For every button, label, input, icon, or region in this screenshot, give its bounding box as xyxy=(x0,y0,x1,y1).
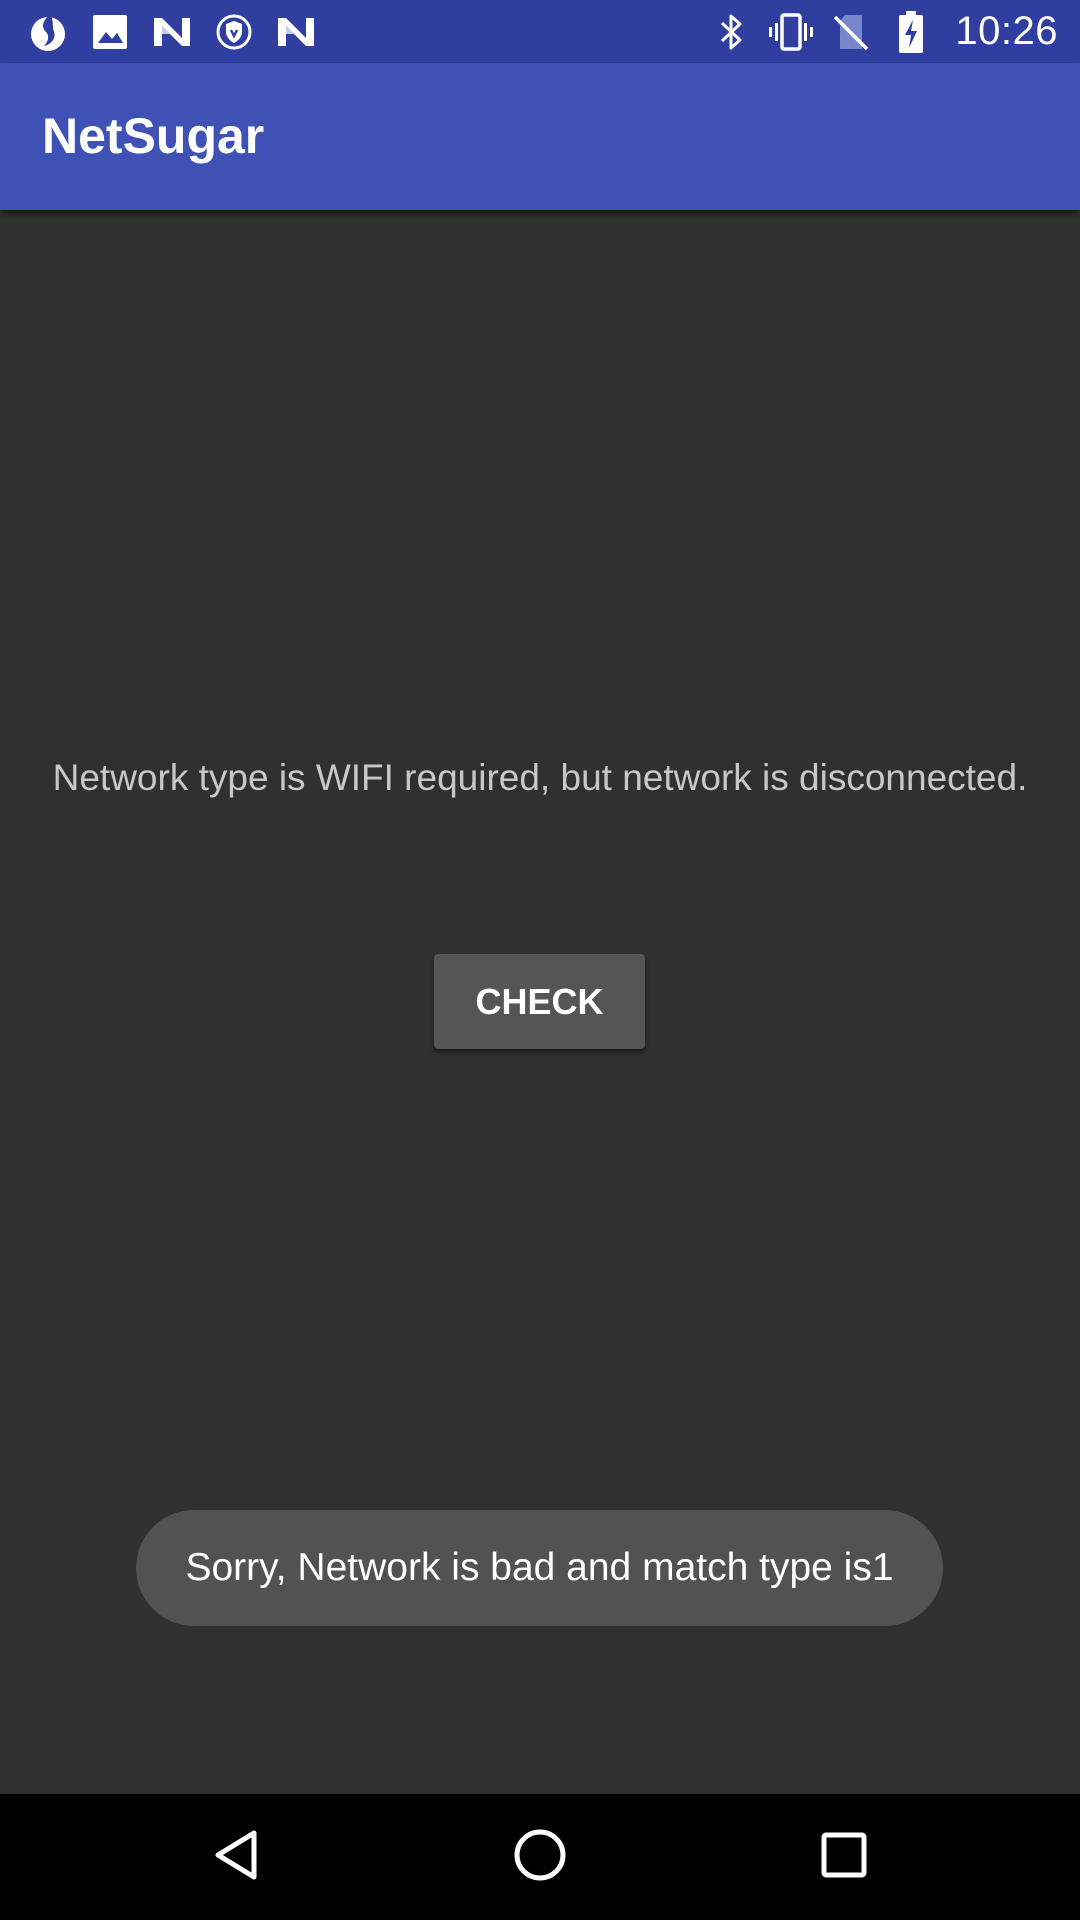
navigation-bar xyxy=(0,1794,1080,1920)
status-time: 10:26 xyxy=(955,9,1058,53)
toast-message: Sorry, Network is bad and match type is1 xyxy=(136,1510,943,1626)
image-icon xyxy=(86,8,134,56)
no-sim-icon xyxy=(827,8,875,56)
back-button[interactable] xyxy=(166,1794,306,1920)
toast-text: Sorry, Network is bad and match type is1 xyxy=(185,1546,894,1589)
status-bar-notifications xyxy=(24,0,334,63)
vibrate-icon xyxy=(767,8,815,56)
network-status-message: Network type is WIFI required, but netwo… xyxy=(52,757,1028,798)
recents-icon xyxy=(819,1830,869,1885)
status-bar-system: 10:26 xyxy=(701,0,1058,63)
shield-icon xyxy=(210,8,258,56)
bluetooth-icon xyxy=(707,8,755,56)
recents-button[interactable] xyxy=(774,1794,914,1920)
home-icon xyxy=(512,1827,568,1888)
app-title: NetSugar xyxy=(42,108,265,164)
app-notification-icon xyxy=(24,8,72,56)
n-notification-icon xyxy=(272,8,320,56)
check-button[interactable]: CHECK xyxy=(434,954,645,1049)
back-icon xyxy=(210,1827,262,1888)
app-bar: NetSugar xyxy=(0,63,1080,210)
screen: 10:26 NetSugar Network type is WIFI requ… xyxy=(0,0,1080,1920)
home-button[interactable] xyxy=(470,1794,610,1920)
n-notification-icon xyxy=(148,8,196,56)
battery-charging-icon xyxy=(887,8,935,56)
status-bar: 10:26 xyxy=(0,0,1080,63)
